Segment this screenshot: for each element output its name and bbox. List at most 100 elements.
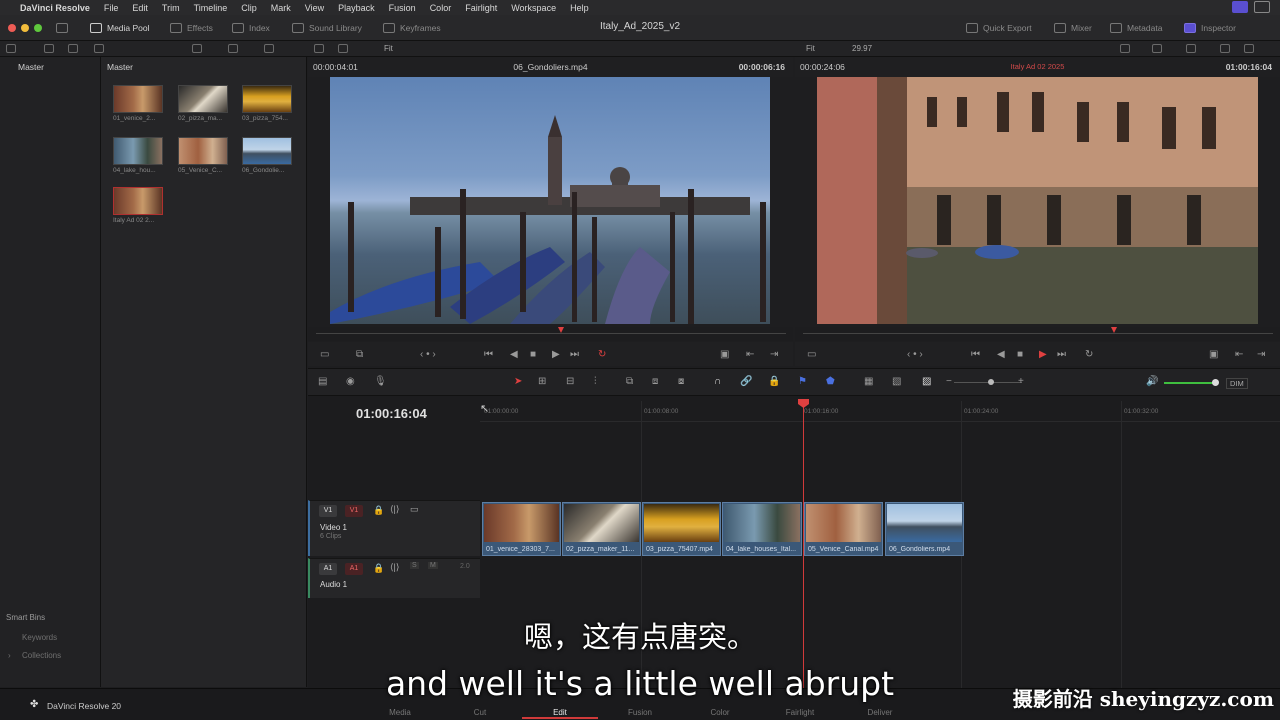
- mark-out-icon[interactable]: ⇥: [770, 349, 778, 360]
- mark-in-icon[interactable]: ⇤: [1235, 349, 1243, 360]
- go-to-start-icon[interactable]: ⏮: [484, 349, 493, 360]
- replace-clip-icon[interactable]: ⧇: [678, 376, 684, 387]
- stop-icon[interactable]: ■: [530, 349, 536, 360]
- speaker-icon[interactable]: 🔊: [1146, 376, 1158, 387]
- quick-export-button[interactable]: Quick Export: [966, 20, 1032, 36]
- menu-file[interactable]: File: [104, 3, 119, 13]
- play-icon[interactable]: ▶: [1039, 349, 1047, 360]
- loop-icon[interactable]: ↻: [1085, 349, 1093, 360]
- mark-in-icon[interactable]: ⇤: [746, 349, 754, 360]
- mark-out-icon[interactable]: ⇥: [1257, 349, 1265, 360]
- menu-app-name[interactable]: DaVinci Resolve: [20, 3, 90, 13]
- single-viewer-icon[interactable]: [1244, 44, 1254, 53]
- zoom-full-icon[interactable]: ▦: [864, 376, 873, 387]
- timeline-zoom-select[interactable]: Fit: [806, 44, 815, 53]
- jog-icon[interactable]: ‹ • ›: [907, 349, 923, 360]
- timeline-clip[interactable]: 03_pizza_75407.mp4: [642, 502, 721, 556]
- flag-icon[interactable]: ⚑: [798, 376, 807, 387]
- overlay-icon[interactable]: [1152, 44, 1162, 53]
- menu-edit[interactable]: Edit: [132, 3, 148, 13]
- lock-track-icon[interactable]: 🔒: [373, 505, 384, 516]
- dim-button[interactable]: DIM: [1226, 378, 1248, 389]
- mute-button[interactable]: M: [428, 562, 438, 569]
- fullscreen-icon[interactable]: [1186, 44, 1196, 53]
- track-v1-button[interactable]: V1: [345, 505, 363, 517]
- bin-icon[interactable]: [44, 44, 54, 53]
- menu-trim[interactable]: Trim: [162, 3, 180, 13]
- lock-track-icon[interactable]: 🔒: [373, 563, 384, 574]
- more-icon[interactable]: [1220, 44, 1230, 53]
- match-frame-icon[interactable]: ▣: [720, 349, 729, 360]
- layout-icon[interactable]: ▤: [318, 376, 327, 387]
- zoom-slider-knob[interactable]: [988, 379, 994, 385]
- source-v1-button[interactable]: V1: [319, 505, 337, 517]
- track-visible-icon[interactable]: ▭: [410, 504, 419, 515]
- source-zoom-select[interactable]: Fit: [384, 44, 393, 53]
- zoom-custom-icon[interactable]: ▨: [922, 376, 931, 387]
- dual-viewer-icon[interactable]: [338, 44, 348, 53]
- auto-select-icon[interactable]: ⟨|⟩: [390, 504, 399, 515]
- sync-icon[interactable]: [94, 44, 104, 53]
- marker-icon[interactable]: ⬟: [826, 376, 835, 387]
- overwrite-clip-icon[interactable]: ⧈: [652, 376, 658, 387]
- sort-icon[interactable]: [264, 44, 274, 53]
- match-frame-icon[interactable]: ▣: [1209, 349, 1218, 360]
- clip-view-icon[interactable]: [1120, 44, 1130, 53]
- menu-fusion[interactable]: Fusion: [389, 3, 416, 13]
- voiceover-icon[interactable]: 🎙: [374, 376, 387, 387]
- menu-help[interactable]: Help: [570, 3, 589, 13]
- step-back-icon[interactable]: ◀: [997, 349, 1005, 360]
- loop-icon[interactable]: ↻: [598, 349, 606, 360]
- page-fairlight[interactable]: Fairlight: [770, 708, 830, 717]
- timeline-scrubber[interactable]: [795, 327, 1280, 341]
- timeline-clip[interactable]: 01_venice_28303_7...: [482, 502, 561, 556]
- page-color[interactable]: Color: [690, 708, 750, 717]
- pool-timeline[interactable]: Italy Ad 02 2...: [113, 187, 165, 225]
- screen-share-icon[interactable]: [1232, 1, 1248, 13]
- stop-icon[interactable]: ■: [1017, 349, 1023, 360]
- timeline-clip[interactable]: 04_lake_houses_Ital...: [722, 502, 802, 556]
- pool-clip[interactable]: 05_Venice_C...: [178, 137, 230, 175]
- auto-select-icon[interactable]: ⟨|⟩: [390, 562, 399, 573]
- pool-clip[interactable]: 03_pizza_754...: [242, 85, 294, 123]
- viewer-size-icon[interactable]: ▭: [807, 349, 816, 360]
- step-back-icon[interactable]: ◀: [510, 349, 518, 360]
- pool-clip[interactable]: 02_pizza_ma...: [178, 85, 230, 123]
- zoom-out-icon[interactable]: −: [946, 376, 952, 387]
- inspector-button[interactable]: Inspector: [1184, 20, 1236, 36]
- menu-fairlight[interactable]: Fairlight: [465, 3, 497, 13]
- video-track-name[interactable]: Video 1: [320, 523, 347, 532]
- go-to-end-icon[interactable]: ⏭: [1057, 349, 1066, 360]
- snapping-icon[interactable]: ∩: [714, 376, 721, 387]
- lock-icon[interactable]: 🔒: [768, 376, 780, 387]
- source-video-frame[interactable]: [330, 77, 770, 324]
- pool-clip[interactable]: 06_Gondolie...: [242, 137, 294, 175]
- menu-clip[interactable]: Clip: [241, 3, 257, 13]
- viewer-size-icon[interactable]: ▭: [320, 349, 329, 360]
- play-icon[interactable]: ▶: [552, 349, 560, 360]
- timeline-clip[interactable]: 02_pizza_maker_11...: [562, 502, 641, 556]
- source-tool-icon[interactable]: ⧉: [356, 349, 363, 360]
- go-to-end-icon[interactable]: ⏭: [570, 349, 579, 360]
- viewer-mode-icon[interactable]: [314, 44, 324, 53]
- pool-clip[interactable]: 01_venice_2...: [113, 85, 165, 123]
- menu-mark[interactable]: Mark: [271, 3, 291, 13]
- trim-tool-icon[interactable]: ⊞: [538, 376, 546, 387]
- jog-icon[interactable]: ‹ • ›: [420, 349, 436, 360]
- zoom-in-icon[interactable]: +: [1018, 376, 1024, 387]
- insert-clip-icon[interactable]: ⧉: [626, 376, 633, 387]
- pool-clip[interactable]: 04_lake_hou...: [113, 137, 165, 175]
- timeline-clip[interactable]: 05_Venice_Canal.mp4: [804, 502, 883, 556]
- menu-playback[interactable]: Playback: [338, 3, 375, 13]
- display-icon[interactable]: [1254, 1, 1270, 13]
- page-cut[interactable]: Cut: [450, 708, 510, 717]
- go-to-start-icon[interactable]: ⏮: [971, 349, 980, 360]
- timeline-name[interactable]: Italy Ad 02 2025: [795, 62, 1280, 71]
- volume-knob[interactable]: [1212, 379, 1219, 386]
- solo-button[interactable]: S: [410, 562, 419, 569]
- grid-view-icon[interactable]: [192, 44, 202, 53]
- timeline-ruler[interactable]: 01:00:00:00 01:00:08:00 01:00:16:00 01:0…: [480, 400, 1280, 422]
- page-edit[interactable]: Edit: [530, 708, 590, 717]
- menu-timeline[interactable]: Timeline: [194, 3, 228, 13]
- linked-selection-icon[interactable]: 🔗: [740, 376, 752, 387]
